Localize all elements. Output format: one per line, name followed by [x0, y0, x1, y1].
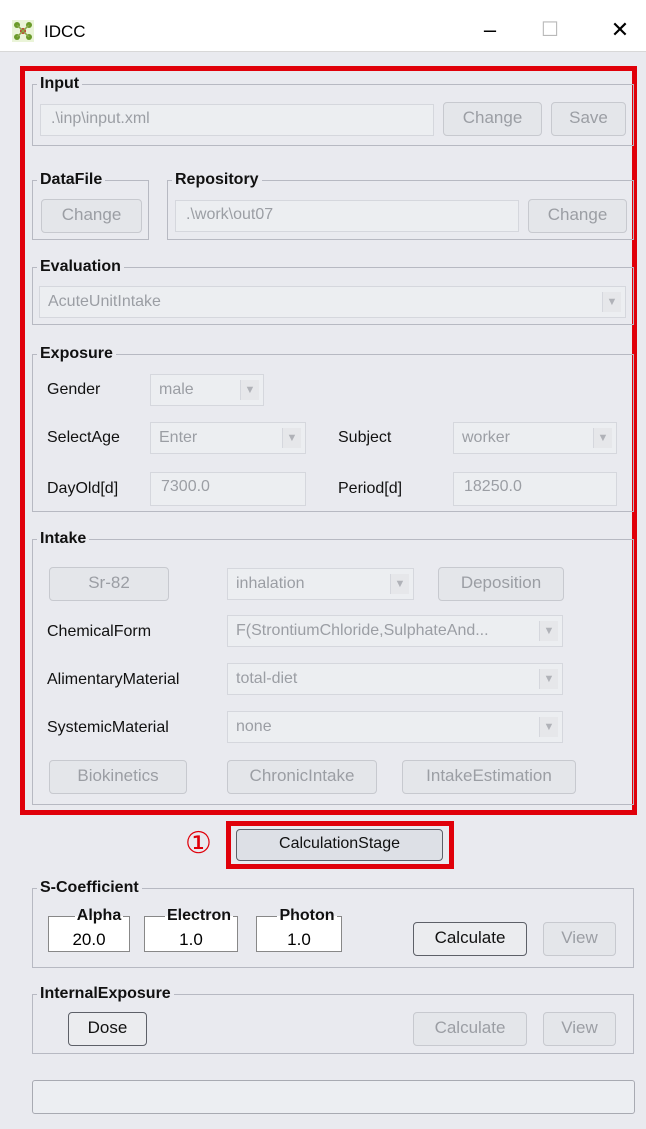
- gender-select-value: male: [159, 381, 194, 398]
- gender-select[interactable]: male ▼: [150, 374, 264, 406]
- window-title: IDCC: [44, 22, 86, 41]
- input-change-button[interactable]: Change: [443, 102, 542, 136]
- selectage-select-value: Enter: [159, 429, 198, 446]
- internal-view-button[interactable]: View: [543, 1012, 616, 1046]
- calculation-stage-button[interactable]: CalculationStage: [236, 829, 443, 861]
- internal-calculate-button[interactable]: Calculate: [413, 1012, 527, 1046]
- systemic-select-value: none: [236, 718, 272, 735]
- evaluation-select[interactable]: AcuteUnitIntake ▼: [39, 286, 626, 318]
- exposure-legend: Exposure: [40, 345, 113, 362]
- repository-change-button[interactable]: Change: [528, 199, 627, 233]
- scoef-legend: S-Coefficient: [40, 879, 139, 896]
- app-logo-icon: [12, 20, 34, 42]
- route-select[interactable]: inhalation ▼: [227, 568, 414, 600]
- subject-label: Subject: [338, 429, 392, 446]
- step-marker: ①: [185, 827, 212, 860]
- datafile-legend: DataFile: [40, 171, 103, 188]
- selectage-select[interactable]: Enter ▼: [150, 422, 306, 454]
- route-select-value: inhalation: [236, 575, 305, 592]
- intake-legend: Intake: [40, 530, 87, 547]
- electron-value[interactable]: 1.0: [150, 930, 232, 950]
- chemicalform-select[interactable]: F(StrontiumChloride,SulphateAnd... ▼: [227, 615, 563, 647]
- biokinetics-button[interactable]: Biokinetics: [49, 760, 187, 794]
- deposition-button[interactable]: Deposition: [438, 567, 564, 601]
- nuclide-button[interactable]: Sr-82: [49, 567, 169, 601]
- subject-select-value: worker: [462, 429, 511, 446]
- minimize-button[interactable]: –: [462, 12, 518, 48]
- title-bar: IDCC – ☐ ✕: [0, 0, 646, 52]
- chevron-down-icon: ▼: [539, 621, 558, 641]
- chevron-down-icon: ▼: [539, 669, 558, 689]
- alpha-label: Alpha: [76, 907, 122, 924]
- gender-label: Gender: [47, 381, 101, 398]
- progress-bar: [32, 1080, 635, 1114]
- period-label: Period[d]: [338, 480, 403, 497]
- input-legend: Input: [40, 75, 80, 92]
- chevron-down-icon: ▼: [390, 574, 409, 594]
- chevron-down-icon: ▼: [282, 428, 301, 448]
- evaluation-select-value: AcuteUnitIntake: [48, 293, 161, 310]
- dayold-label: DayOld[d]: [47, 480, 119, 497]
- photon-value[interactable]: 1.0: [262, 930, 336, 950]
- chronic-intake-button[interactable]: ChronicIntake: [227, 760, 377, 794]
- evaluation-legend: Evaluation: [40, 258, 121, 275]
- chevron-down-icon: ▼: [240, 380, 259, 400]
- selectage-label: SelectAge: [47, 429, 120, 446]
- period-field[interactable]: 18250.0: [453, 472, 617, 506]
- chevron-down-icon: ▼: [593, 428, 612, 448]
- dayold-field[interactable]: 7300.0: [150, 472, 306, 506]
- intake-estimation-button[interactable]: IntakeEstimation: [402, 760, 576, 794]
- scoef-calculate-button[interactable]: Calculate: [413, 922, 527, 956]
- input-path-field[interactable]: .\inp\input.xml: [40, 104, 434, 136]
- scoef-view-button[interactable]: View: [543, 922, 616, 956]
- photon-label: Photon: [279, 907, 335, 924]
- close-button[interactable]: ✕: [592, 12, 646, 48]
- systemic-select[interactable]: none ▼: [227, 711, 563, 743]
- repository-path-field[interactable]: .\work\out07: [175, 200, 519, 232]
- alimentary-label: AlimentaryMaterial: [47, 671, 180, 688]
- input-save-button[interactable]: Save: [551, 102, 626, 136]
- maximize-button[interactable]: ☐: [522, 12, 578, 48]
- dose-button[interactable]: Dose: [68, 1012, 147, 1046]
- repository-legend: Repository: [175, 171, 259, 188]
- alimentary-select-value: total-diet: [236, 670, 298, 687]
- datafile-change-button[interactable]: Change: [41, 199, 142, 233]
- electron-label: Electron: [166, 907, 231, 924]
- chevron-down-icon: ▼: [539, 717, 558, 737]
- chevron-down-icon: ▼: [602, 292, 621, 312]
- systemic-label: SystemicMaterial: [47, 719, 169, 736]
- alimentary-select[interactable]: total-diet ▼: [227, 663, 563, 695]
- internal-exposure-legend: InternalExposure: [40, 985, 171, 1002]
- chemicalform-label: ChemicalForm: [47, 623, 152, 640]
- alpha-value[interactable]: 20.0: [54, 930, 124, 950]
- subject-select[interactable]: worker ▼: [453, 422, 617, 454]
- chemicalform-select-value: F(StrontiumChloride,SulphateAnd...: [236, 622, 489, 639]
